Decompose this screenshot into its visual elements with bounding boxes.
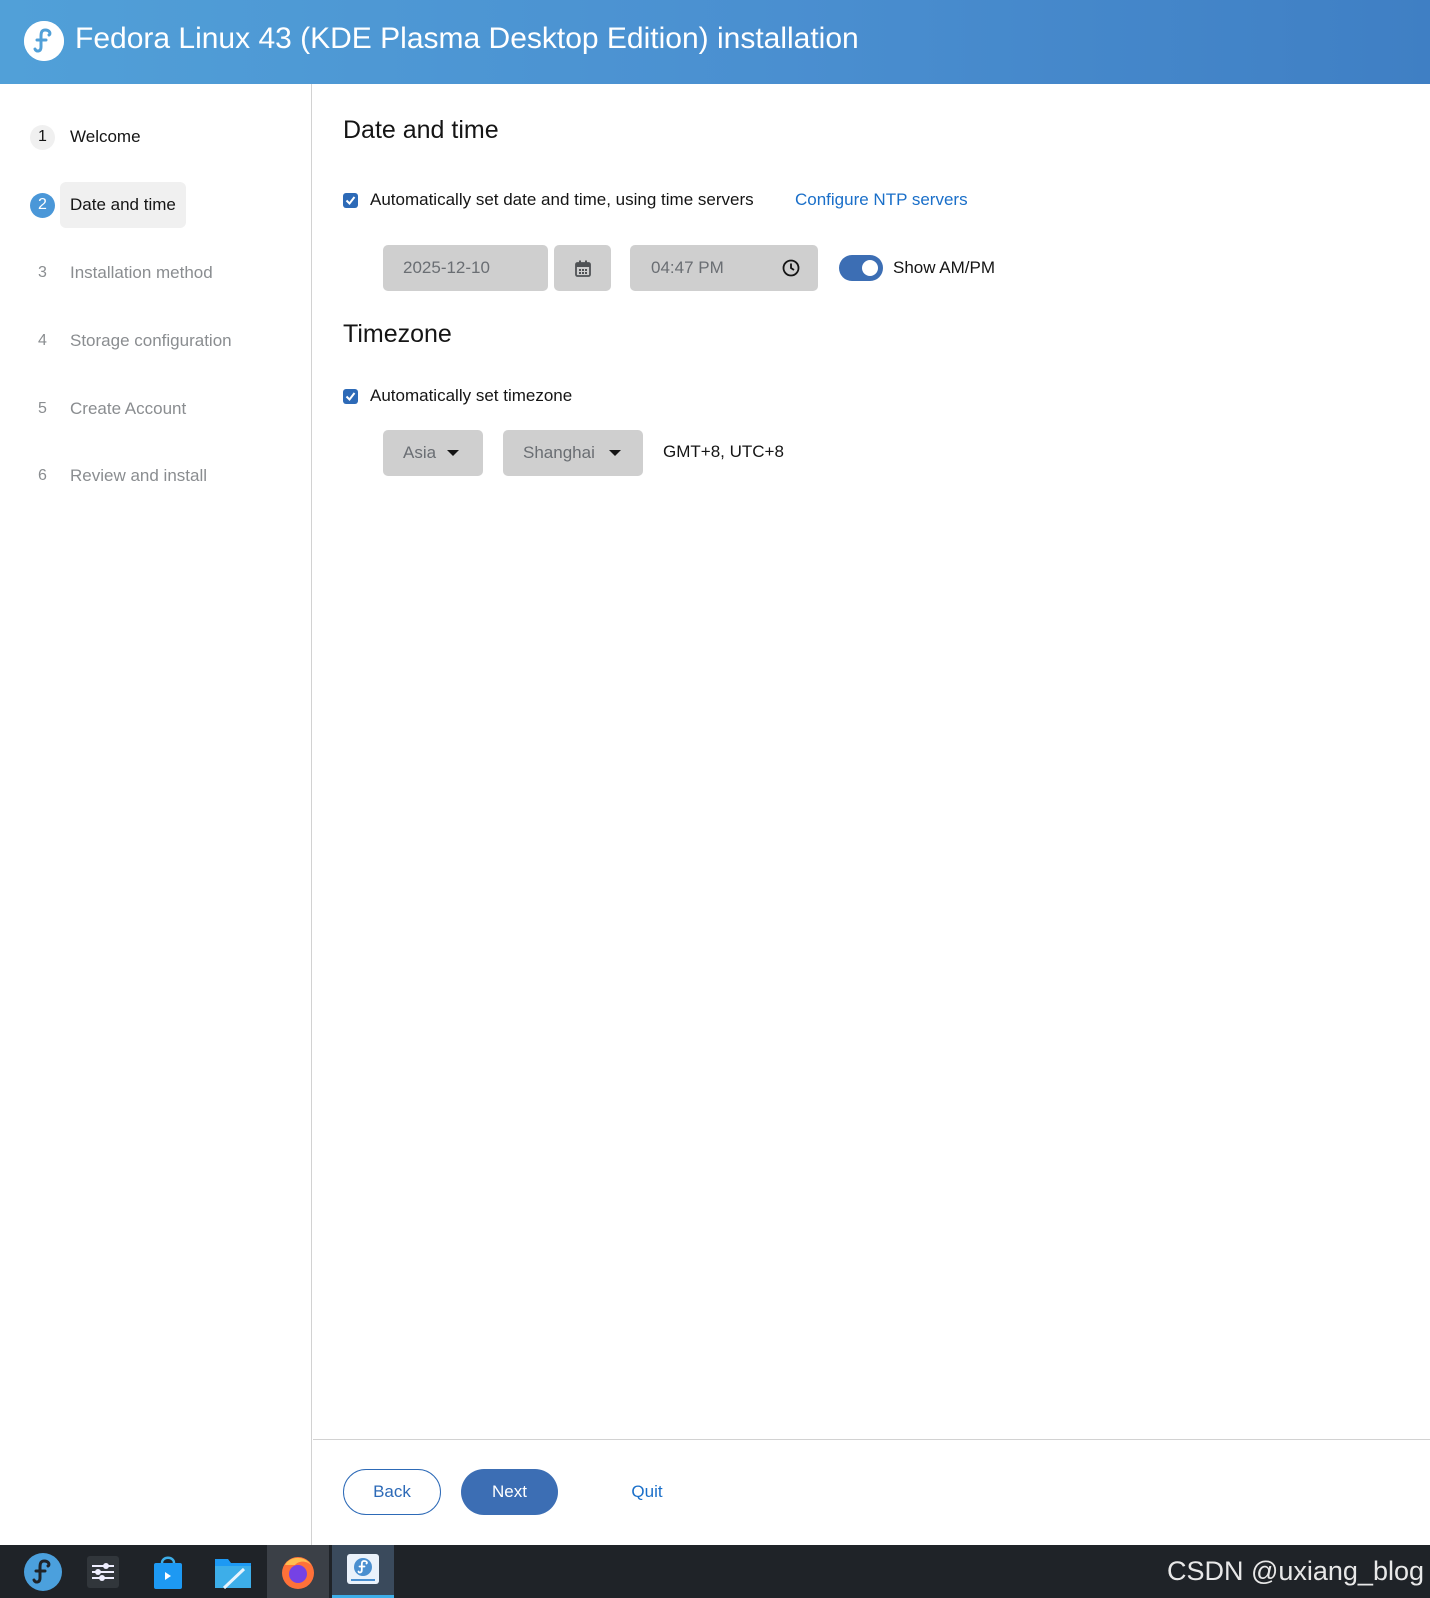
step-number: 5 <box>38 400 47 417</box>
auto-timezone-label: Automatically set timezone <box>370 386 573 405</box>
step-number: 2 <box>30 192 55 218</box>
fedora-launcher-icon[interactable] <box>12 1545 74 1598</box>
timezone-heading: Timezone <box>343 320 452 348</box>
discover-store-icon[interactable] <box>137 1545 199 1598</box>
next-button[interactable]: Next <box>461 1469 558 1515</box>
auto-date-time-label: Automatically set date and time, using t… <box>370 190 754 209</box>
step-date-and-time[interactable]: 2 Date and time <box>30 182 186 228</box>
quit-button[interactable]: Quit <box>612 1469 682 1515</box>
timezone-offset: GMT+8, UTC+8 <box>663 442 784 461</box>
show-ampm-toggle[interactable] <box>839 255 883 281</box>
step-installation-method: 3 Installation method <box>30 250 213 296</box>
configure-ntp-link[interactable]: Configure NTP servers <box>795 190 968 210</box>
city-value: Shanghai <box>523 443 595 462</box>
auto-timezone-checkbox[interactable] <box>343 388 358 404</box>
step-number: 4 <box>38 332 47 349</box>
back-button[interactable]: Back <box>343 1469 441 1515</box>
step-label: Installation method <box>70 263 213 282</box>
footer-divider <box>313 1439 1430 1440</box>
step-create-account: 5 Create Account <box>30 386 186 432</box>
step-number: 6 <box>38 467 47 484</box>
toggle-knob <box>862 260 878 276</box>
step-storage-configuration: 4 Storage configuration <box>30 318 232 364</box>
caret-down-icon <box>447 450 459 456</box>
installer-icon[interactable] <box>332 1545 394 1598</box>
time-input[interactable]: 04:47 PM <box>630 245 818 291</box>
date-input[interactable]: 2025-12-10 <box>383 245 548 291</box>
window-title: Fedora Linux 43 (KDE Plasma Desktop Edit… <box>75 22 859 55</box>
step-label: Welcome <box>70 127 141 146</box>
step-number: 3 <box>38 264 47 281</box>
region-dropdown[interactable]: Asia <box>383 430 483 476</box>
calendar-icon <box>574 260 591 277</box>
step-number: 1 <box>30 124 55 150</box>
firefox-icon[interactable] <box>267 1545 329 1598</box>
watermark: CSDN @uxiang_blog <box>1166 1556 1424 1586</box>
step-label: Date and time <box>60 182 186 228</box>
calendar-button[interactable] <box>554 245 611 291</box>
auto-date-time-row[interactable]: Automatically set date and time, using t… <box>343 190 754 210</box>
date-value: 2025-12-10 <box>403 258 490 277</box>
title-bar: Fedora Linux 43 (KDE Plasma Desktop Edit… <box>0 0 1430 84</box>
step-label: Storage configuration <box>70 331 232 350</box>
file-manager-icon[interactable] <box>202 1545 264 1598</box>
step-label: Create Account <box>70 399 187 418</box>
fedora-logo-icon <box>24 21 64 61</box>
date-time-heading: Date and time <box>343 116 499 144</box>
system-settings-icon[interactable] <box>72 1545 134 1598</box>
show-ampm-label: Show AM/PM <box>893 258 996 277</box>
city-dropdown[interactable]: Shanghai <box>503 430 643 476</box>
time-value: 04:47 PM <box>651 258 724 277</box>
auto-date-time-checkbox[interactable] <box>343 192 358 208</box>
auto-timezone-row[interactable]: Automatically set timezone <box>343 386 572 406</box>
region-value: Asia <box>403 443 437 462</box>
main-content: Date and time Automatically set date and… <box>313 84 1430 1545</box>
step-welcome[interactable]: 1 Welcome <box>30 114 141 160</box>
clock-icon <box>782 259 800 277</box>
caret-down-icon <box>609 450 621 456</box>
step-review-and-install: 6 Review and install <box>30 453 207 499</box>
progress-sidebar: 1 Welcome 2 Date and time 3 Installation… <box>0 84 312 1545</box>
step-label: Review and install <box>70 466 208 485</box>
